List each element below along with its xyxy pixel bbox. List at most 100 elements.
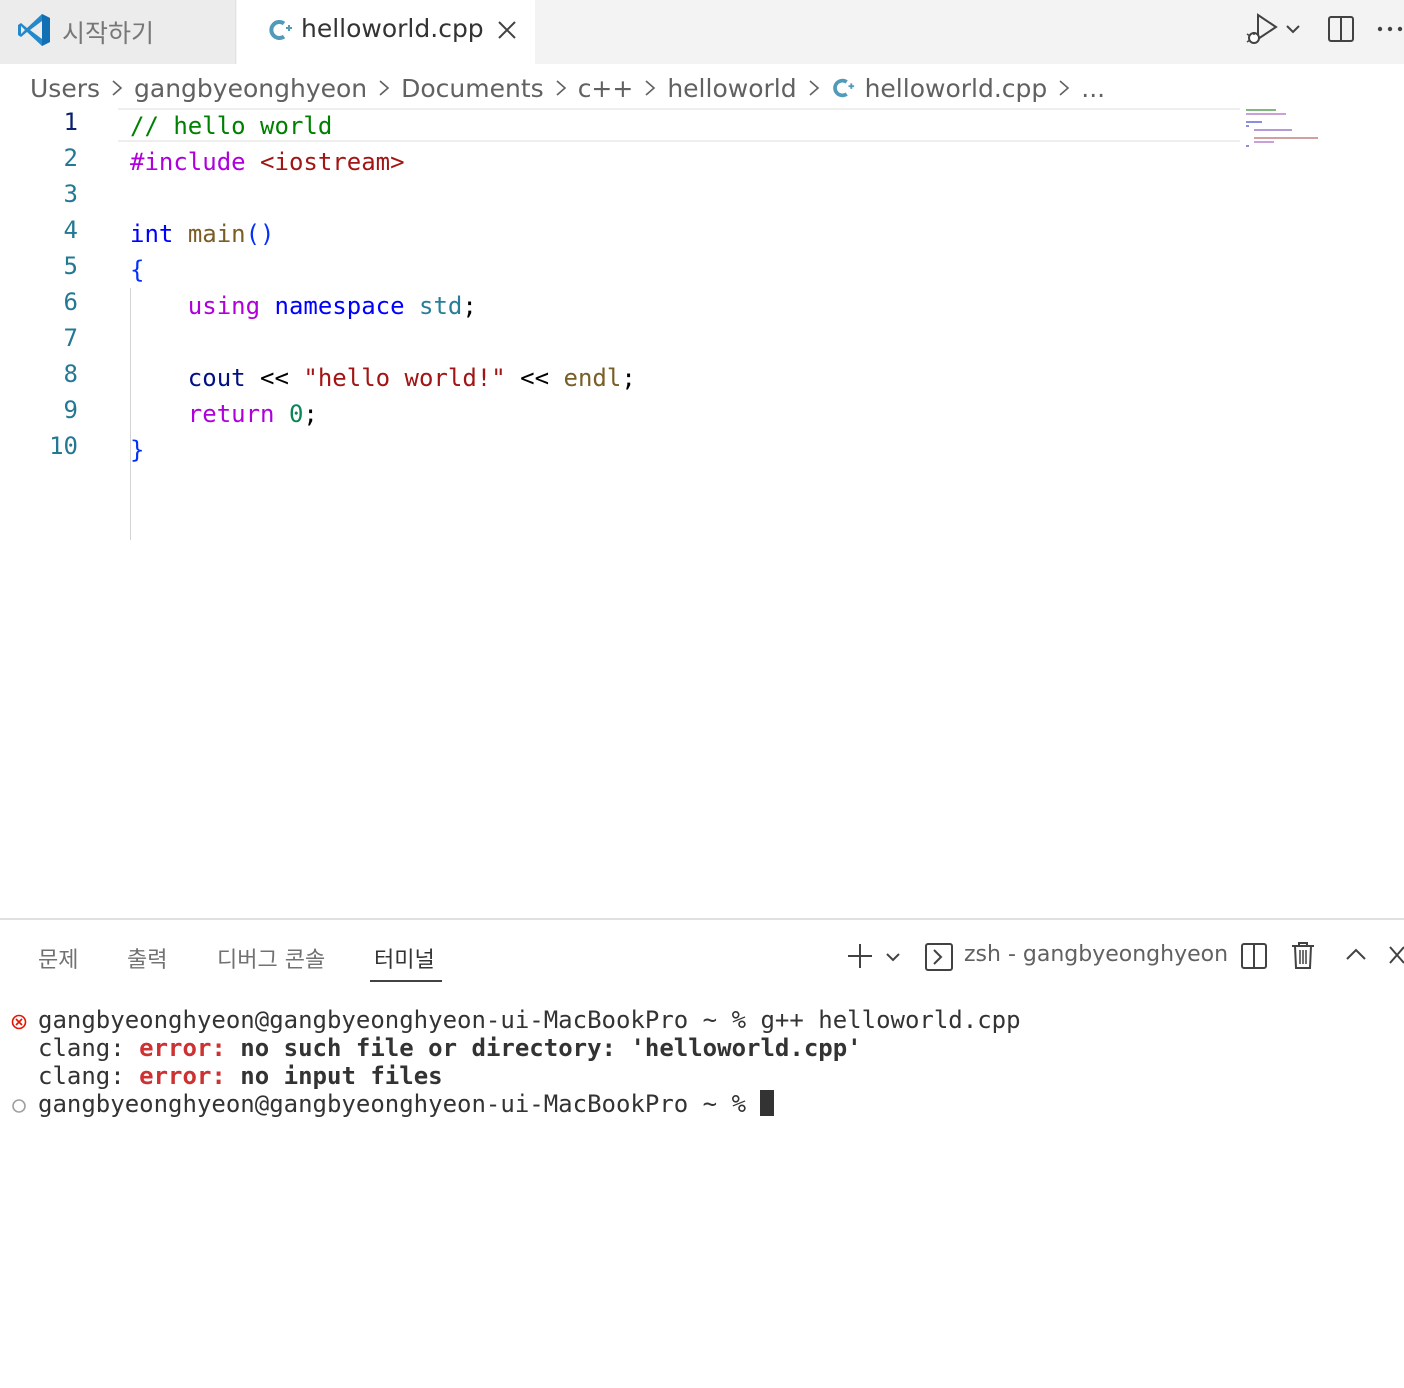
clang-prefix: clang: bbox=[38, 1034, 140, 1062]
string-token: "hello world!" bbox=[303, 364, 506, 392]
close-icon[interactable] bbox=[495, 18, 519, 42]
chevron-right-icon bbox=[809, 80, 819, 96]
semicolon-token: ; bbox=[621, 364, 636, 392]
breadcrumb-helloworld-folder[interactable]: helloworld bbox=[667, 74, 796, 103]
cpp-file-icon bbox=[269, 20, 292, 40]
code-line-8: cout << "hello world!" << endl; bbox=[130, 360, 636, 396]
code-line-5: { bbox=[130, 252, 144, 288]
command-text: g++ helloworld.cpp bbox=[760, 1006, 1021, 1034]
vscode-logo-icon bbox=[18, 14, 50, 46]
minimap-line bbox=[1246, 113, 1286, 115]
code-line-6: using namespace std; bbox=[130, 288, 477, 324]
minimap-line bbox=[1246, 121, 1262, 123]
trash-icon[interactable] bbox=[1290, 940, 1316, 970]
chevron-right-icon bbox=[645, 80, 656, 96]
editor-tab-bar: 시작하기 helloworld.cpp bbox=[0, 0, 1404, 64]
paren-token: () bbox=[245, 220, 275, 248]
comment-token: // hello world bbox=[130, 112, 333, 140]
split-terminal-icon[interactable] bbox=[1240, 942, 1268, 970]
chevron-right-icon bbox=[112, 80, 123, 96]
breadcrumb-file[interactable]: helloworld.cpp bbox=[865, 74, 1048, 103]
terminal-line: gangbyeonghyeon@gangbyeonghyeon-ui-MacBo… bbox=[38, 1090, 775, 1118]
breadcrumb-documents[interactable]: Documents bbox=[401, 74, 544, 103]
breadcrumb-cpp-folder[interactable]: c++ bbox=[578, 74, 634, 103]
tab-welcome[interactable]: 시작하기 bbox=[0, 0, 236, 64]
plus-icon[interactable] bbox=[846, 942, 874, 970]
prompt-text: gangbyeonghyeon@gangbyeonghyeon-ui-MacBo… bbox=[38, 1006, 761, 1034]
code-line-1: // hello world bbox=[130, 108, 332, 144]
line-number: 10 bbox=[49, 432, 78, 460]
bottom-panel: 문제 출력 디버그 콘솔 터미널 zsh - gangbyeonghyeon g… bbox=[0, 918, 1404, 1388]
tab-output[interactable]: 출력 bbox=[127, 942, 167, 974]
header-token: <iostream> bbox=[260, 148, 405, 176]
clang-prefix: clang: bbox=[38, 1062, 140, 1090]
minimap-line bbox=[1254, 141, 1274, 143]
terminal-name[interactable]: zsh - gangbyeonghyeon bbox=[964, 942, 1228, 967]
chevron-right-icon bbox=[1059, 80, 1070, 96]
minimap-line bbox=[1254, 137, 1318, 139]
directive-token: #include bbox=[130, 148, 246, 176]
minimap[interactable] bbox=[1246, 108, 1326, 150]
minimap-line bbox=[1254, 129, 1292, 131]
line-number: 7 bbox=[63, 324, 78, 352]
breadcrumb-users[interactable]: Users bbox=[30, 74, 100, 103]
semicolon-token: ; bbox=[303, 400, 318, 428]
terminal-cursor bbox=[760, 1090, 775, 1116]
idle-decoration-icon[interactable] bbox=[11, 1098, 27, 1114]
brace-token: { bbox=[130, 256, 145, 284]
operator-token: << bbox=[260, 364, 289, 392]
chevron-right-icon bbox=[379, 80, 390, 96]
std-token: std bbox=[419, 292, 463, 320]
line-number: 2 bbox=[63, 144, 78, 172]
line-number: 4 bbox=[63, 216, 78, 244]
line-number: 3 bbox=[63, 180, 78, 208]
tab-helloworld-cpp[interactable]: helloworld.cpp bbox=[237, 0, 535, 64]
prompt-text: gangbyeonghyeon@gangbyeonghyeon-ui-MacBo… bbox=[38, 1090, 761, 1118]
terminal-icon bbox=[925, 943, 953, 971]
terminal-line: clang: error: no input files bbox=[38, 1062, 443, 1090]
cpp-file-icon bbox=[832, 78, 854, 98]
more-actions-icon[interactable] bbox=[1376, 20, 1404, 38]
active-tab-indicator bbox=[370, 980, 442, 982]
cout-token: cout bbox=[187, 364, 246, 392]
number-token: 0 bbox=[288, 400, 304, 428]
chevron-down-icon[interactable] bbox=[1284, 20, 1302, 38]
close-icon[interactable] bbox=[1388, 944, 1404, 966]
brace-token: } bbox=[130, 436, 145, 464]
code-line-2: #include <iostream> bbox=[130, 144, 405, 180]
return-token: return bbox=[187, 400, 275, 428]
run-debug-icon[interactable] bbox=[1244, 12, 1280, 48]
line-number: 8 bbox=[63, 360, 78, 388]
chevron-down-icon[interactable] bbox=[884, 948, 902, 966]
using-token: using bbox=[187, 292, 261, 320]
code-line-4: int main() bbox=[130, 216, 275, 252]
chevron-up-icon[interactable] bbox=[1344, 944, 1368, 964]
error-label: error: bbox=[139, 1034, 226, 1062]
error-decoration-icon[interactable] bbox=[11, 1014, 27, 1030]
namespace-token: namespace bbox=[274, 292, 405, 320]
endl-token: endl bbox=[563, 364, 622, 392]
breadcrumb: Users gangbyeonghyeon Documents c++ hell… bbox=[30, 70, 1105, 106]
chevron-right-icon bbox=[556, 80, 566, 96]
semicolon-token: ; bbox=[462, 292, 477, 320]
breadcrumb-symbol-ellipsis[interactable]: ... bbox=[1081, 74, 1105, 103]
code-editor[interactable]: 1 2 3 4 5 6 7 8 9 10 // hello world #inc… bbox=[0, 108, 1404, 918]
split-editor-icon[interactable] bbox=[1326, 14, 1356, 44]
breadcrumb-user-folder[interactable]: gangbyeonghyeon bbox=[134, 74, 367, 103]
line-number: 9 bbox=[63, 396, 78, 424]
tab-debug-console[interactable]: 디버그 콘솔 bbox=[217, 942, 325, 974]
code-line-10: } bbox=[130, 432, 144, 468]
tab-label: helloworld.cpp bbox=[301, 14, 484, 43]
terminal-line: clang: error: no such file or directory:… bbox=[38, 1034, 862, 1062]
code-line-9: return 0; bbox=[130, 396, 318, 432]
minimap-line bbox=[1246, 109, 1276, 111]
line-number: 1 bbox=[63, 108, 78, 136]
type-token: int bbox=[130, 220, 174, 248]
tab-problems[interactable]: 문제 bbox=[38, 942, 78, 974]
error-message: no input files bbox=[225, 1062, 443, 1090]
minimap-line bbox=[1246, 125, 1249, 127]
error-message: no such file or directory: 'helloworld.c… bbox=[225, 1034, 862, 1062]
tab-terminal[interactable]: 터미널 bbox=[374, 942, 435, 974]
terminal-line: gangbyeonghyeon@gangbyeonghyeon-ui-MacBo… bbox=[38, 1006, 1021, 1034]
minimap-line bbox=[1246, 145, 1249, 147]
